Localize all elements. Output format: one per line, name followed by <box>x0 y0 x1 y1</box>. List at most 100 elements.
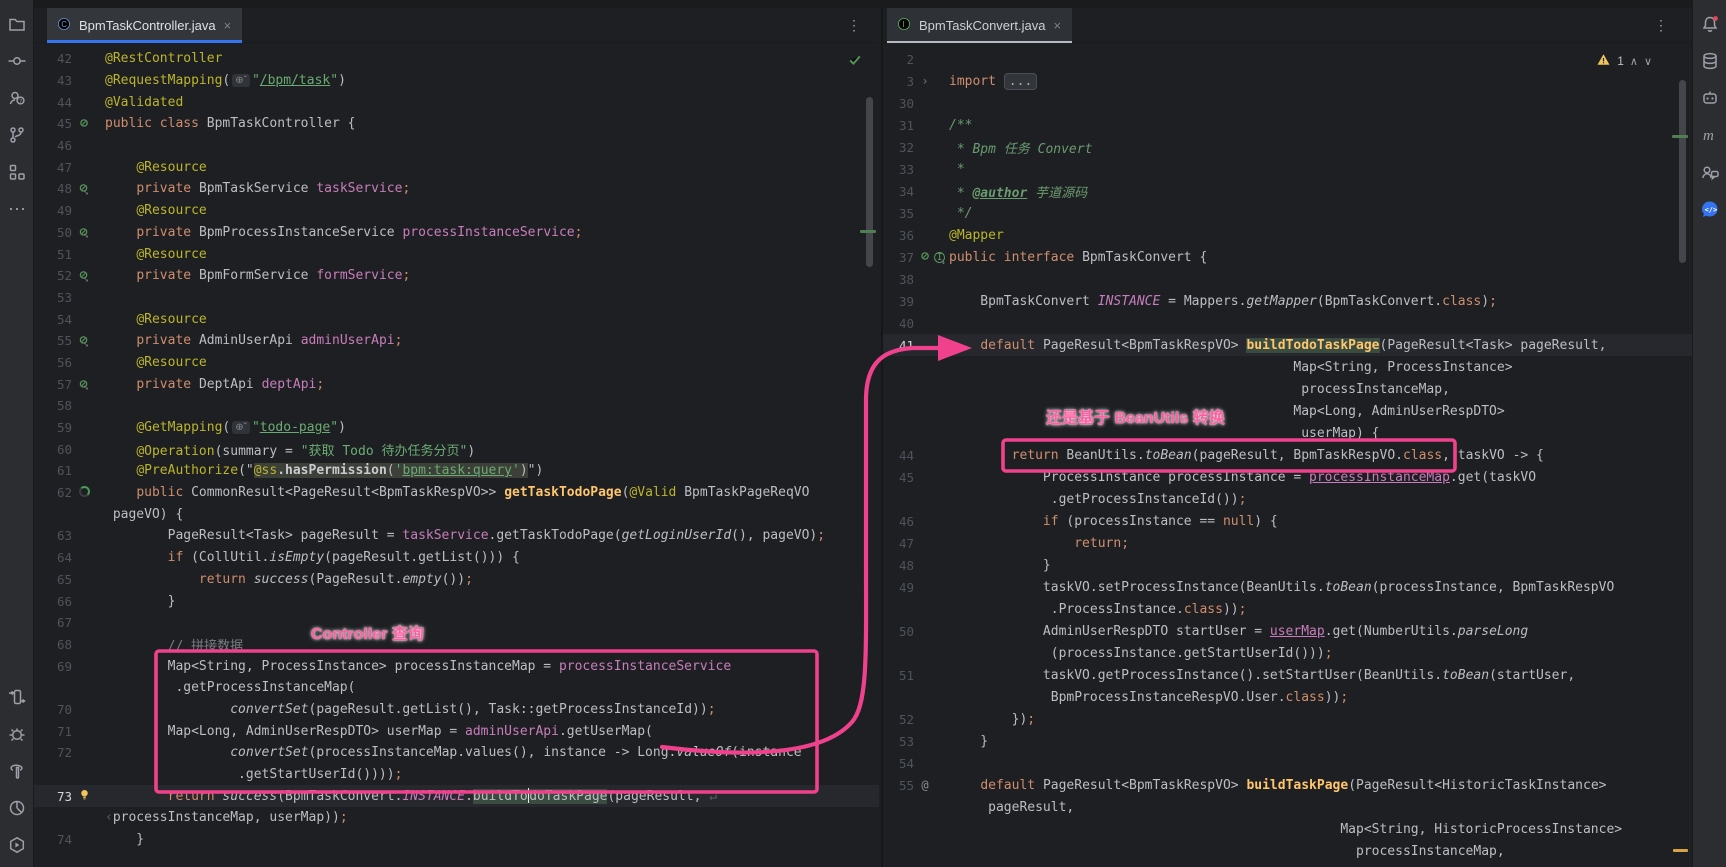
code-line-55[interactable]: 55@ default PageResult<BpmTaskRespVO> bu… <box>883 774 1692 796</box>
code-line-wrap[interactable]: processInstanceMap, <box>883 378 1692 400</box>
line-number[interactable]: 41 <box>883 338 914 353</box>
editor-bpmtaskcontroller[interactable]: 42@RestController43@RequestMapping(⊕ˇ"/b… <box>34 43 879 867</box>
code-line-39[interactable]: 39 BpmTaskConvert INSTANCE = Mappers.get… <box>883 290 1692 312</box>
editor-bpmtaskconvert[interactable]: 23›import ...3031/**32 * Bpm 任务 Convert3… <box>883 43 1692 867</box>
line-number[interactable]: 72 <box>34 745 72 760</box>
code-line-73[interactable]: 73 return success(BpmTaskConvert.INSTANC… <box>34 785 879 807</box>
line-number[interactable]: 53 <box>883 734 914 749</box>
line-number[interactable]: 30 <box>883 96 914 111</box>
impl-arrow-icon[interactable]: ⊘➘ <box>77 377 91 391</box>
code-line-wrap[interactable]: .ProcessInstance.class)); <box>883 598 1692 620</box>
code-line-59[interactable]: 59 @GetMapping(⊕ˇ"todo-page") <box>34 417 879 439</box>
code-line-49[interactable]: 49 @Resource <box>34 200 879 222</box>
close-tab-icon[interactable]: × <box>1052 18 1062 33</box>
line-number[interactable]: 39 <box>883 294 914 309</box>
line-number[interactable]: 40 <box>883 316 914 331</box>
code-line-66[interactable]: 66 } <box>34 590 879 612</box>
branches-icon[interactable] <box>5 123 29 147</box>
line-number[interactable]: 73 <box>34 789 72 804</box>
code-line-46[interactable]: 46 <box>34 135 879 157</box>
run-window-icon[interactable] <box>5 685 29 709</box>
code-line-30[interactable]: 30 <box>883 92 1692 114</box>
impl-arrow-icon[interactable]: ⊘➘ <box>77 182 91 196</box>
at-icon[interactable]: @ <box>918 778 932 792</box>
line-number[interactable]: 43 <box>34 73 72 88</box>
code-line-wrap[interactable]: .getProcessInstanceMap( <box>34 677 879 699</box>
code-line-3[interactable]: 3›import ... <box>883 70 1692 92</box>
code-line-wrap[interactable]: Map<String, HistoricProcessInstance> <box>883 818 1692 840</box>
code-line-49[interactable]: 49 taskVO.setProcessInstance(BeanUtils.t… <box>883 576 1692 598</box>
people-chat-icon[interactable] <box>1698 160 1722 184</box>
code-line-72[interactable]: 72 convertSet(processInstanceMap.values(… <box>34 742 879 764</box>
line-number[interactable]: 51 <box>34 247 72 262</box>
scrollbar-right-editor[interactable] <box>1679 80 1686 263</box>
line-number[interactable]: 56 <box>34 355 72 370</box>
code-line-74[interactable]: 74 } <box>34 829 879 851</box>
line-number[interactable]: 52 <box>883 712 914 727</box>
code-line-45[interactable]: 45 ProcessInstance processInstance = pro… <box>883 466 1692 488</box>
line-number[interactable]: 50 <box>883 624 914 639</box>
line-number[interactable]: 42 <box>34 51 72 66</box>
line-number[interactable]: 49 <box>883 580 914 595</box>
code-line-34[interactable]: 34 * @author 芋道源码 <box>883 180 1692 202</box>
impl-arrow-icon[interactable]: ⊘➘ <box>77 269 91 283</box>
code-line-46[interactable]: 46 if (processInstance == null) { <box>883 510 1692 532</box>
tab-bpmtaskcontroller[interactable]: C BpmTaskController.java × <box>47 8 242 43</box>
code-line-43[interactable]: 43@RequestMapping(⊕ˇ"/bpm/task") <box>34 70 879 92</box>
maven-icon[interactable]: m <box>1698 123 1722 147</box>
line-number[interactable]: 47 <box>34 160 72 175</box>
code-line-54[interactable]: 54 <box>883 752 1692 774</box>
more-ellipsis-icon[interactable] <box>5 197 29 221</box>
code-line-54[interactable]: 54 @Resource <box>34 308 879 330</box>
code-line-wrap[interactable]: ‹processInstanceMap, userMap)); <box>34 807 879 829</box>
line-number[interactable]: 58 <box>34 398 72 413</box>
code-line-60[interactable]: 60 @Operation(summary = "获取 Todo 待办任务分页"… <box>34 438 879 460</box>
code-line-38[interactable]: 38 <box>883 268 1692 290</box>
code-line-wrap[interactable]: BpmProcessInstanceRespVO.User.class)); <box>883 686 1692 708</box>
line-number[interactable]: 38 <box>883 272 914 287</box>
line-number[interactable]: 35 <box>883 206 914 221</box>
code-line-35[interactable]: 35 */ <box>883 202 1692 224</box>
code-line-67[interactable]: 67 <box>34 612 879 634</box>
line-number[interactable]: 64 <box>34 550 72 565</box>
line-number[interactable]: 31 <box>883 118 914 133</box>
line-number[interactable]: 46 <box>34 138 72 153</box>
override-circle-icon[interactable] <box>77 484 91 498</box>
code-line-wrap[interactable]: .getStartUserId()))); <box>34 764 879 786</box>
close-tab-icon[interactable]: × <box>223 18 233 33</box>
database-icon[interactable] <box>1698 49 1722 73</box>
prev-problem-chevron-icon[interactable]: ∧ <box>1630 55 1638 68</box>
code-line-55[interactable]: 55⊘➘ private AdminUserApi adminUserApi; <box>34 330 879 352</box>
code-line-64[interactable]: 64 if (CollUtil.isEmpty(pageResult.getLi… <box>34 547 879 569</box>
line-number[interactable]: 48 <box>883 558 914 573</box>
line-number[interactable]: 34 <box>883 184 914 199</box>
line-number[interactable]: 65 <box>34 572 72 587</box>
code-line-2[interactable]: 2 <box>883 48 1692 70</box>
code-line-63[interactable]: 63 PageResult<Task> pageResult = taskSer… <box>34 525 879 547</box>
code-line-wrap[interactable]: .getProcessInstanceId()); <box>883 488 1692 510</box>
code-line-58[interactable]: 58 <box>34 395 879 417</box>
line-number[interactable]: 57 <box>34 377 72 392</box>
tab-bpmtaskconvert[interactable]: I BpmTaskConvert.java × <box>887 8 1072 43</box>
impl-icon[interactable]: ⊘ <box>77 117 91 131</box>
line-number[interactable]: 55 <box>883 778 914 793</box>
code-review-users-icon[interactable]: ? <box>5 86 29 110</box>
code-line-33[interactable]: 33 * <box>883 158 1692 180</box>
line-number[interactable]: 69 <box>34 659 72 674</box>
line-number[interactable]: 54 <box>883 756 914 771</box>
code-line-44[interactable]: 44 return BeanUtils.toBean(pageResult, B… <box>883 444 1692 466</box>
code-line-51[interactable]: 51 taskVO.getProcessInstance().setStartU… <box>883 664 1692 686</box>
code-line-32[interactable]: 32 * Bpm 任务 Convert <box>883 136 1692 158</box>
line-number[interactable]: 49 <box>34 203 72 218</box>
line-number[interactable]: 3 <box>883 74 914 89</box>
notifications-bell-icon[interactable] <box>1698 12 1722 36</box>
code-line-53[interactable]: 53 } <box>883 730 1692 752</box>
structure-icon[interactable] <box>5 160 29 184</box>
code-line-52[interactable]: 52⊘➘ private BpmFormService formService; <box>34 265 879 287</box>
line-number[interactable]: 37 <box>883 250 914 265</box>
line-number[interactable]: 74 <box>34 832 72 847</box>
build-icon[interactable] <box>5 759 29 783</box>
line-number[interactable]: 44 <box>883 448 914 463</box>
line-number[interactable]: 61 <box>34 463 72 478</box>
inspections-widget-left[interactable] <box>847 52 863 71</box>
